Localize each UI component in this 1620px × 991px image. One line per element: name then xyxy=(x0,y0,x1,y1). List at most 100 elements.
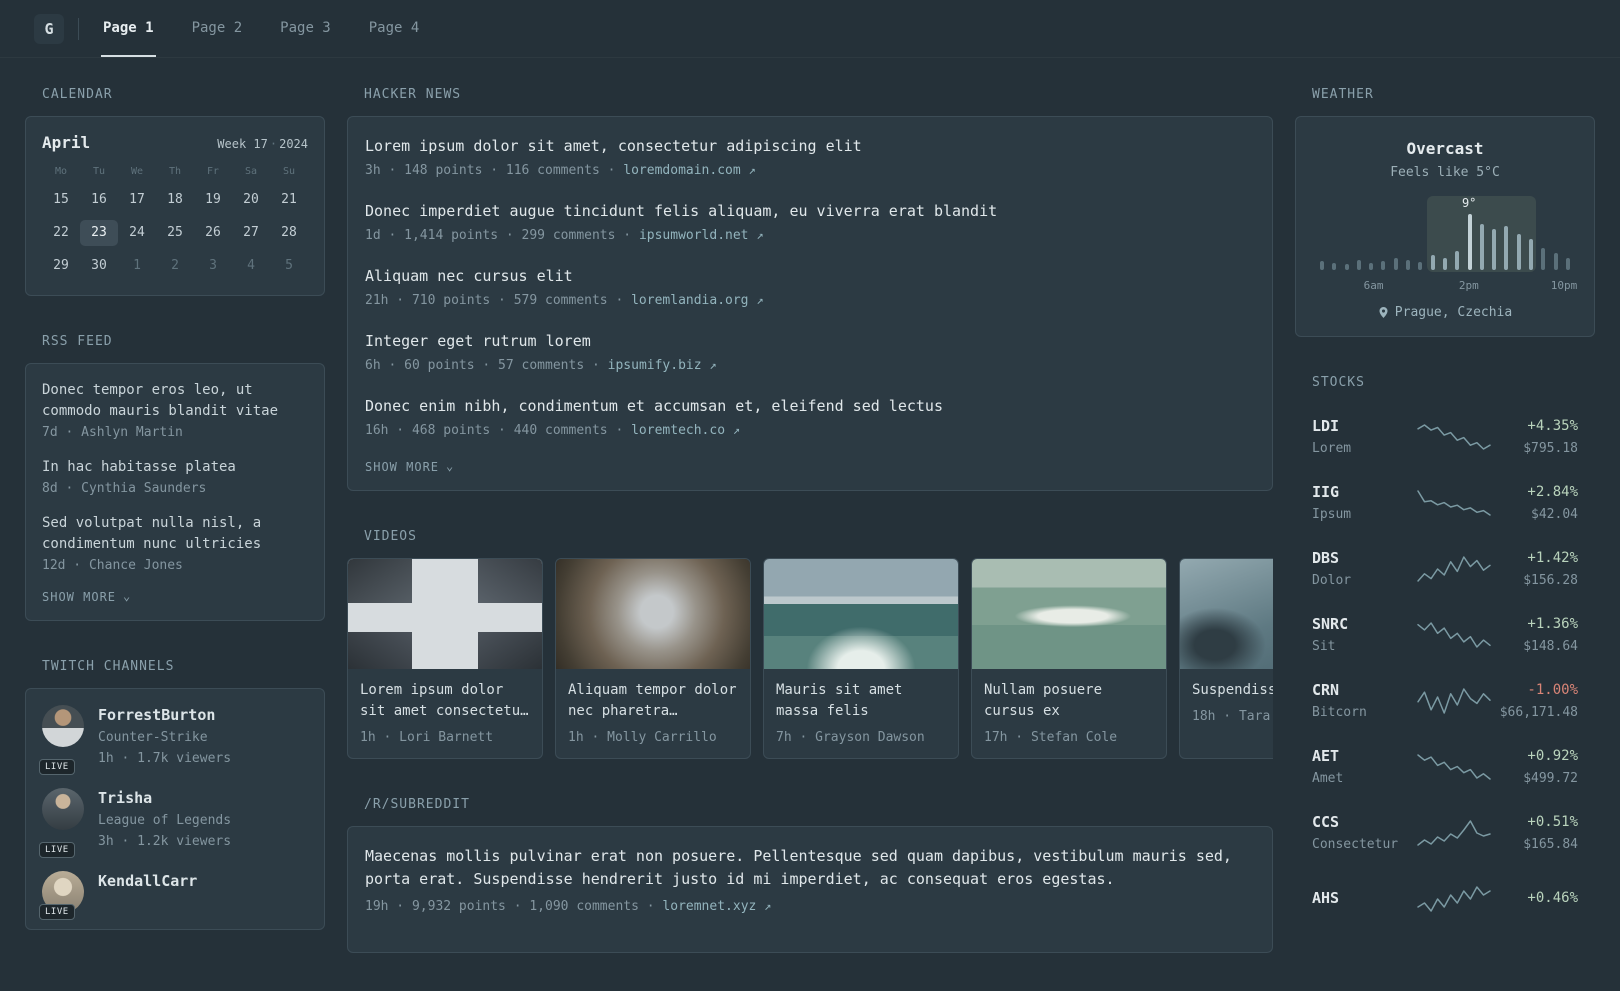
video-card[interactable]: Aliquam tempor dolor nec pharetra… 1h · … xyxy=(555,558,751,759)
hn-item-link[interactable]: Integer eget rutrum lorem xyxy=(365,330,1255,352)
hn-domain-link[interactable]: loremdomain.com xyxy=(623,163,740,178)
calendar-day: 17 xyxy=(129,192,145,207)
video-card[interactable]: Mauris sit amet massa felis 7h · Grayson… xyxy=(763,558,959,759)
rss-item-link[interactable]: Donec tempor eros leo, ut commodo mauris… xyxy=(42,380,308,422)
stock-row[interactable]: CRN Bitcorn -1.00% $66,171.48 xyxy=(1312,668,1578,734)
stock-sparkline xyxy=(1417,622,1491,648)
hn-show-more-button[interactable]: SHOW MORE ⌄ xyxy=(365,460,454,475)
video-card-body: Nullam posuere cursus ex 17h · Stefan Co… xyxy=(972,669,1166,758)
subreddit-domain-link[interactable]: loremnet.xyz xyxy=(662,899,756,914)
stock-symbol: CCS xyxy=(1312,813,1340,831)
stock-name: Amet xyxy=(1312,771,1344,786)
weather-bar xyxy=(1369,263,1374,270)
calendar-day: 30 xyxy=(91,258,107,273)
hn-domain-link[interactable]: loremtech.co xyxy=(631,423,725,438)
weather-bar xyxy=(1381,261,1386,270)
subreddit-post-link[interactable]: Maecenas mollis pulvinar erat non posuer… xyxy=(365,845,1255,891)
weather-axis: 6am 2pm 10pm xyxy=(1320,278,1578,292)
stock-symbol: AET xyxy=(1312,747,1340,765)
video-card-body: Aliquam tempor dolor nec pharetra… 1h · … xyxy=(556,669,750,758)
hn-item: Aliquam nec cursus elit 21h · 710 points… xyxy=(365,265,1255,310)
live-badge: LIVE xyxy=(39,904,75,920)
nav-divider xyxy=(78,17,79,40)
page-tab[interactable]: Page 3 xyxy=(278,0,333,57)
stock-row[interactable]: IIG Ipsum +2.84% $42.04 xyxy=(1312,470,1578,536)
weather-feels-like: Feels like 5°C xyxy=(1390,165,1500,180)
calendar-day: 1 xyxy=(133,258,141,273)
weather-location: Prague, Czechia xyxy=(1312,305,1578,320)
hn-domain-link[interactable]: ipsumify.biz xyxy=(608,358,702,373)
stock-sparkline xyxy=(1417,424,1491,450)
calendar-card: April Week 17 · 2024 Mo Tu We Th Fr Sa Su 15 16 17… xyxy=(25,116,325,296)
page-tab[interactable]: Page 4 xyxy=(367,0,422,57)
calendar-day: 3 xyxy=(209,258,217,273)
stock-numbers: +1.42% $156.28 xyxy=(1500,548,1578,590)
calendar-day: 29 xyxy=(53,258,69,273)
calendar-day: 27 xyxy=(243,225,259,240)
video-card[interactable]: Nullam posuere cursus ex 17h · Stefan Co… xyxy=(971,558,1167,759)
weather-section: WEATHER Overcast Feels like 5°C 9° 6am 2pm… xyxy=(1295,87,1595,337)
rss-show-more-button[interactable]: SHOW MORE ⌄ xyxy=(42,590,131,605)
calendar-day: 19 xyxy=(205,192,221,207)
stock-numbers: +0.92% $499.72 xyxy=(1500,746,1578,788)
stock-change: +0.92% xyxy=(1527,748,1578,764)
location-pin-icon xyxy=(1379,307,1388,318)
hn-item-link[interactable]: Donec enim nibh, condimentum et accumsan… xyxy=(365,395,1255,417)
calendar-weekday: We xyxy=(130,166,144,177)
stock-numbers: +0.46% xyxy=(1500,888,1578,911)
weather-axis-label: 6am xyxy=(1363,279,1384,292)
stock-sparkline xyxy=(1417,556,1491,582)
hn-item-link[interactable]: Donec imperdiet augue tincidunt felis al… xyxy=(365,200,1255,222)
video-card[interactable]: Suspendisse diam 18h · Tara xyxy=(1179,558,1273,759)
calendar-year: 2024 xyxy=(279,137,308,151)
video-title: Aliquam tempor dolor nec pharetra… xyxy=(568,682,737,719)
stock-id: CCS Consectetur xyxy=(1312,812,1408,854)
twitch-section-title: TWITCH CHANNELS xyxy=(42,659,175,674)
sparkline-path xyxy=(1417,622,1491,648)
stock-row[interactable]: CCS Consectetur +0.51% $165.84 xyxy=(1312,800,1578,866)
twitch-channel[interactable]: LIVE ForrestBurton Counter-Strike 1h · 1… xyxy=(39,705,308,775)
page-tab[interactable]: Page 2 xyxy=(190,0,245,57)
page-tab[interactable]: Page 1 xyxy=(101,0,156,57)
videos-section-title: VIDEOS xyxy=(364,529,417,544)
stock-row[interactable]: SNRC Sit +1.36% $148.64 xyxy=(1312,602,1578,668)
rss-item-meta: 12d · Chance Jones xyxy=(42,558,183,573)
live-badge: LIVE xyxy=(39,759,75,775)
stock-row[interactable]: DBS Dolor +1.42% $156.28 xyxy=(1312,536,1578,602)
video-card[interactable]: Lorem ipsum dolor sit amet consectetu… 1… xyxy=(347,558,543,759)
rss-item: In hac habitasse platea 8d · Cynthia Sau… xyxy=(42,457,308,496)
stock-price: $156.28 xyxy=(1523,573,1578,588)
rss-item-link[interactable]: Sed volutpat nulla nisl, a condimentum n… xyxy=(42,513,308,555)
stock-symbol: IIG xyxy=(1312,483,1340,501)
hn-domain-link[interactable]: ipsumworld.net xyxy=(639,228,749,243)
stock-row[interactable]: AET Amet +0.92% $499.72 xyxy=(1312,734,1578,800)
hn-item: Lorem ipsum dolor sit amet, consectetur … xyxy=(365,135,1255,180)
rss-item-link[interactable]: In hac habitasse platea xyxy=(42,457,308,478)
video-title: Suspendisse diam xyxy=(1192,682,1273,698)
hn-item: Donec imperdiet augue tincidunt felis al… xyxy=(365,200,1255,245)
sparkline-path xyxy=(1417,754,1491,780)
stock-row[interactable]: AHS +0.46% xyxy=(1312,866,1578,932)
hn-item-link[interactable]: Aliquam nec cursus elit xyxy=(365,265,1255,287)
stock-row[interactable]: LDI Lorem +4.35% $795.18 xyxy=(1312,404,1578,470)
hn-item-meta: 21h · 710 points · 579 comments · loreml… xyxy=(365,291,1255,310)
sparkline-path xyxy=(1417,490,1491,516)
page-tabs: Page 1 Page 2 Page 3 Page 4 xyxy=(101,0,421,57)
stock-symbol: DBS xyxy=(1312,549,1340,567)
sparkline-path xyxy=(1417,556,1491,582)
stock-id: IIG Ipsum xyxy=(1312,482,1408,524)
video-card-body: Mauris sit amet massa felis 7h · Grayson… xyxy=(764,669,958,758)
show-more-label: SHOW MORE xyxy=(365,460,440,474)
video-thumbnail xyxy=(348,559,542,669)
hn-item-link[interactable]: Lorem ipsum dolor sit amet, consectetur … xyxy=(365,135,1255,157)
calendar-days: 15 16 17 18 19 20 21 22 23 24 25 26 27 28 29 30 1 2 3 4 5 xyxy=(42,187,308,279)
weather-bar xyxy=(1565,257,1570,270)
calendar-day: 28 xyxy=(281,225,297,240)
hacker-news-section-title: HACKER NEWS xyxy=(364,87,462,102)
weather-bar xyxy=(1455,250,1460,270)
calendar-day: 2 xyxy=(171,258,179,273)
twitch-channel[interactable]: LIVE Trisha League of Legends 3h · 1.2k … xyxy=(39,788,308,858)
twitch-channel[interactable]: LIVE KendallCarr xyxy=(39,871,308,920)
hn-domain-link[interactable]: loremlandia.org xyxy=(631,293,748,308)
hacker-news-section: HACKER NEWS Lorem ipsum dolor sit amet, … xyxy=(347,87,1273,491)
